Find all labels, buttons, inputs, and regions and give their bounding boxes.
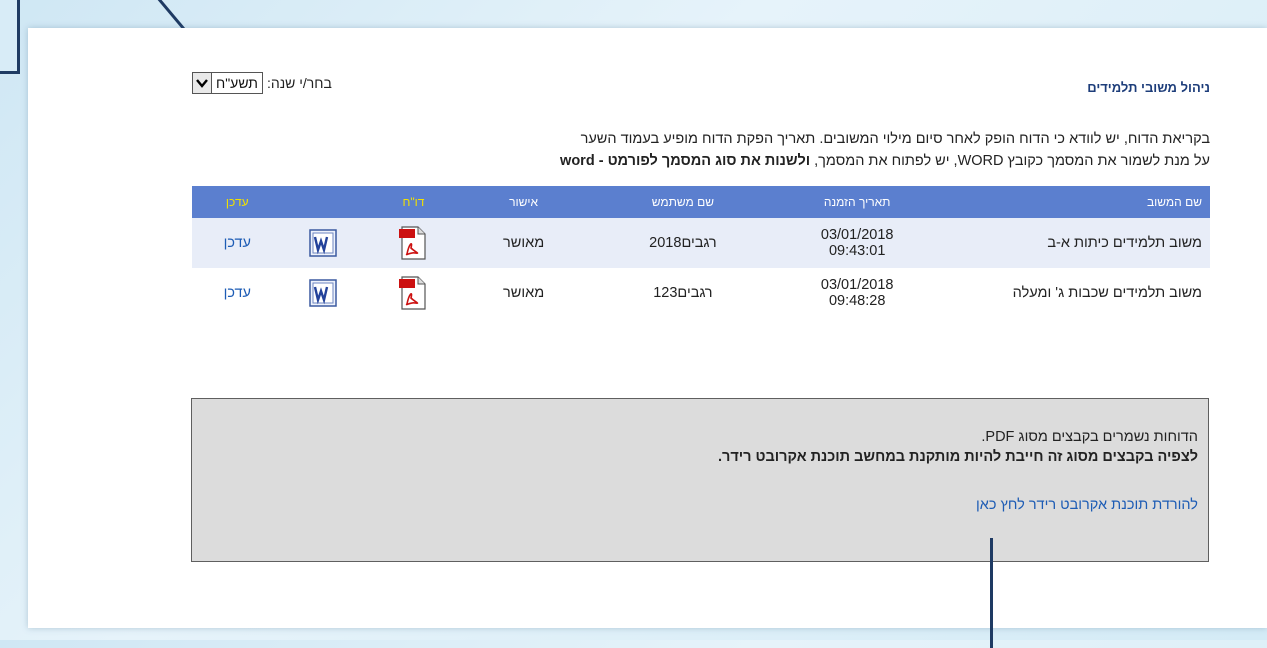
word-file-icon[interactable] bbox=[309, 279, 337, 307]
table-row: משוב תלמידים כיתות א-ב 03/01/2018 09:43:0… bbox=[192, 218, 1210, 268]
word-file-icon[interactable] bbox=[309, 229, 337, 257]
column-header-status: אישור bbox=[463, 186, 584, 218]
row-pdf-cell bbox=[363, 268, 464, 318]
header: ניהול משובי תלמידים בחר/י שנה: תשע"ח bbox=[192, 72, 1210, 102]
row-update-cell: עדכן bbox=[192, 218, 283, 268]
intro-line-2-bold: ולשנות את סוג המסמך לפורמט - word bbox=[560, 153, 811, 169]
info-line-1: הדוחות נשמרים בקבצים מסוג PDF. bbox=[981, 429, 1198, 445]
year-select[interactable]: תשע"ח bbox=[192, 72, 263, 94]
page-title: ניהול משובי תלמידים bbox=[1087, 80, 1210, 95]
row-status: מאושר bbox=[463, 268, 584, 318]
intro-line-2-text: על מנת לשמור את המסמך כקובץ WORD, יש לפת… bbox=[810, 153, 1210, 169]
column-header-update: עדכן bbox=[192, 186, 283, 218]
annotation-frame bbox=[0, 0, 20, 74]
column-header-report: דו"ח bbox=[363, 186, 464, 218]
table-header-row: שם המשוב תאריך הזמנה שם משתמש אישור דו"ח… bbox=[192, 186, 1210, 218]
info-line-2: לצפיה בקבצים מסוג זה חייבת להיות מותקנת … bbox=[717, 449, 1198, 465]
row-date: 03/01/2018 bbox=[820, 227, 894, 243]
column-header-name: שם המשוב bbox=[932, 186, 1210, 218]
row-status: מאושר bbox=[463, 218, 584, 268]
reports-table: שם המשוב תאריך הזמנה שם משתמש אישור דו"ח… bbox=[192, 186, 1210, 318]
row-time: 09:43:01 bbox=[828, 243, 886, 259]
row-user: רגבים2018 bbox=[583, 218, 783, 268]
intro-line-2: על מנת לשמור את המסמך כקובץ WORD, יש לפת… bbox=[192, 150, 1210, 172]
row-time: 09:48:28 bbox=[828, 293, 886, 309]
pdf-file-icon[interactable] bbox=[399, 226, 427, 260]
column-header-word bbox=[282, 186, 364, 218]
row-name: משוב תלמידים שכבות ג' ומעלה bbox=[932, 268, 1210, 318]
column-header-date: תאריך הזמנה bbox=[782, 186, 933, 218]
update-link[interactable]: עדכן bbox=[224, 285, 251, 301]
row-date: 03/01/2018 bbox=[820, 277, 894, 293]
row-pdf-cell bbox=[363, 218, 464, 268]
row-name: משוב תלמידים כיתות א-ב bbox=[932, 218, 1210, 268]
row-date-cell: 03/01/2018 09:43:01 bbox=[782, 218, 933, 268]
row-update-cell: עדכן bbox=[192, 268, 283, 318]
pdf-file-icon[interactable] bbox=[399, 276, 427, 310]
year-label: בחר/י שנה: bbox=[266, 75, 332, 91]
intro-line-1: בקריאת הדוח, יש לוודא כי הדוח הופק לאחר … bbox=[580, 131, 1210, 147]
annotation-pointer-line bbox=[990, 538, 993, 648]
row-user: רגבים123 bbox=[583, 268, 783, 318]
row-word-cell bbox=[282, 268, 364, 318]
intro-text: בקריאת הדוח, יש לוודא כי הדוח הופק לאחר … bbox=[192, 128, 1210, 172]
table-row: משוב תלמידים שכבות ג' ומעלה 03/01/2018 09… bbox=[192, 268, 1210, 318]
year-selector-group: בחר/י שנה: תשע"ח bbox=[192, 72, 332, 94]
update-link[interactable]: עדכן bbox=[224, 235, 251, 251]
row-date-cell: 03/01/2018 09:48:28 bbox=[782, 268, 933, 318]
column-header-user: שם משתמש bbox=[583, 186, 783, 218]
row-word-cell bbox=[282, 218, 364, 268]
info-box: הדוחות נשמרים בקבצים מסוג PDF. לצפיה בקב… bbox=[191, 398, 1209, 562]
chevron-down-icon[interactable] bbox=[193, 73, 212, 93]
download-reader-link[interactable]: להורדת תוכנת אקרובט רידר לחץ כאן bbox=[202, 495, 1198, 515]
year-value: תשע"ח bbox=[216, 75, 258, 91]
